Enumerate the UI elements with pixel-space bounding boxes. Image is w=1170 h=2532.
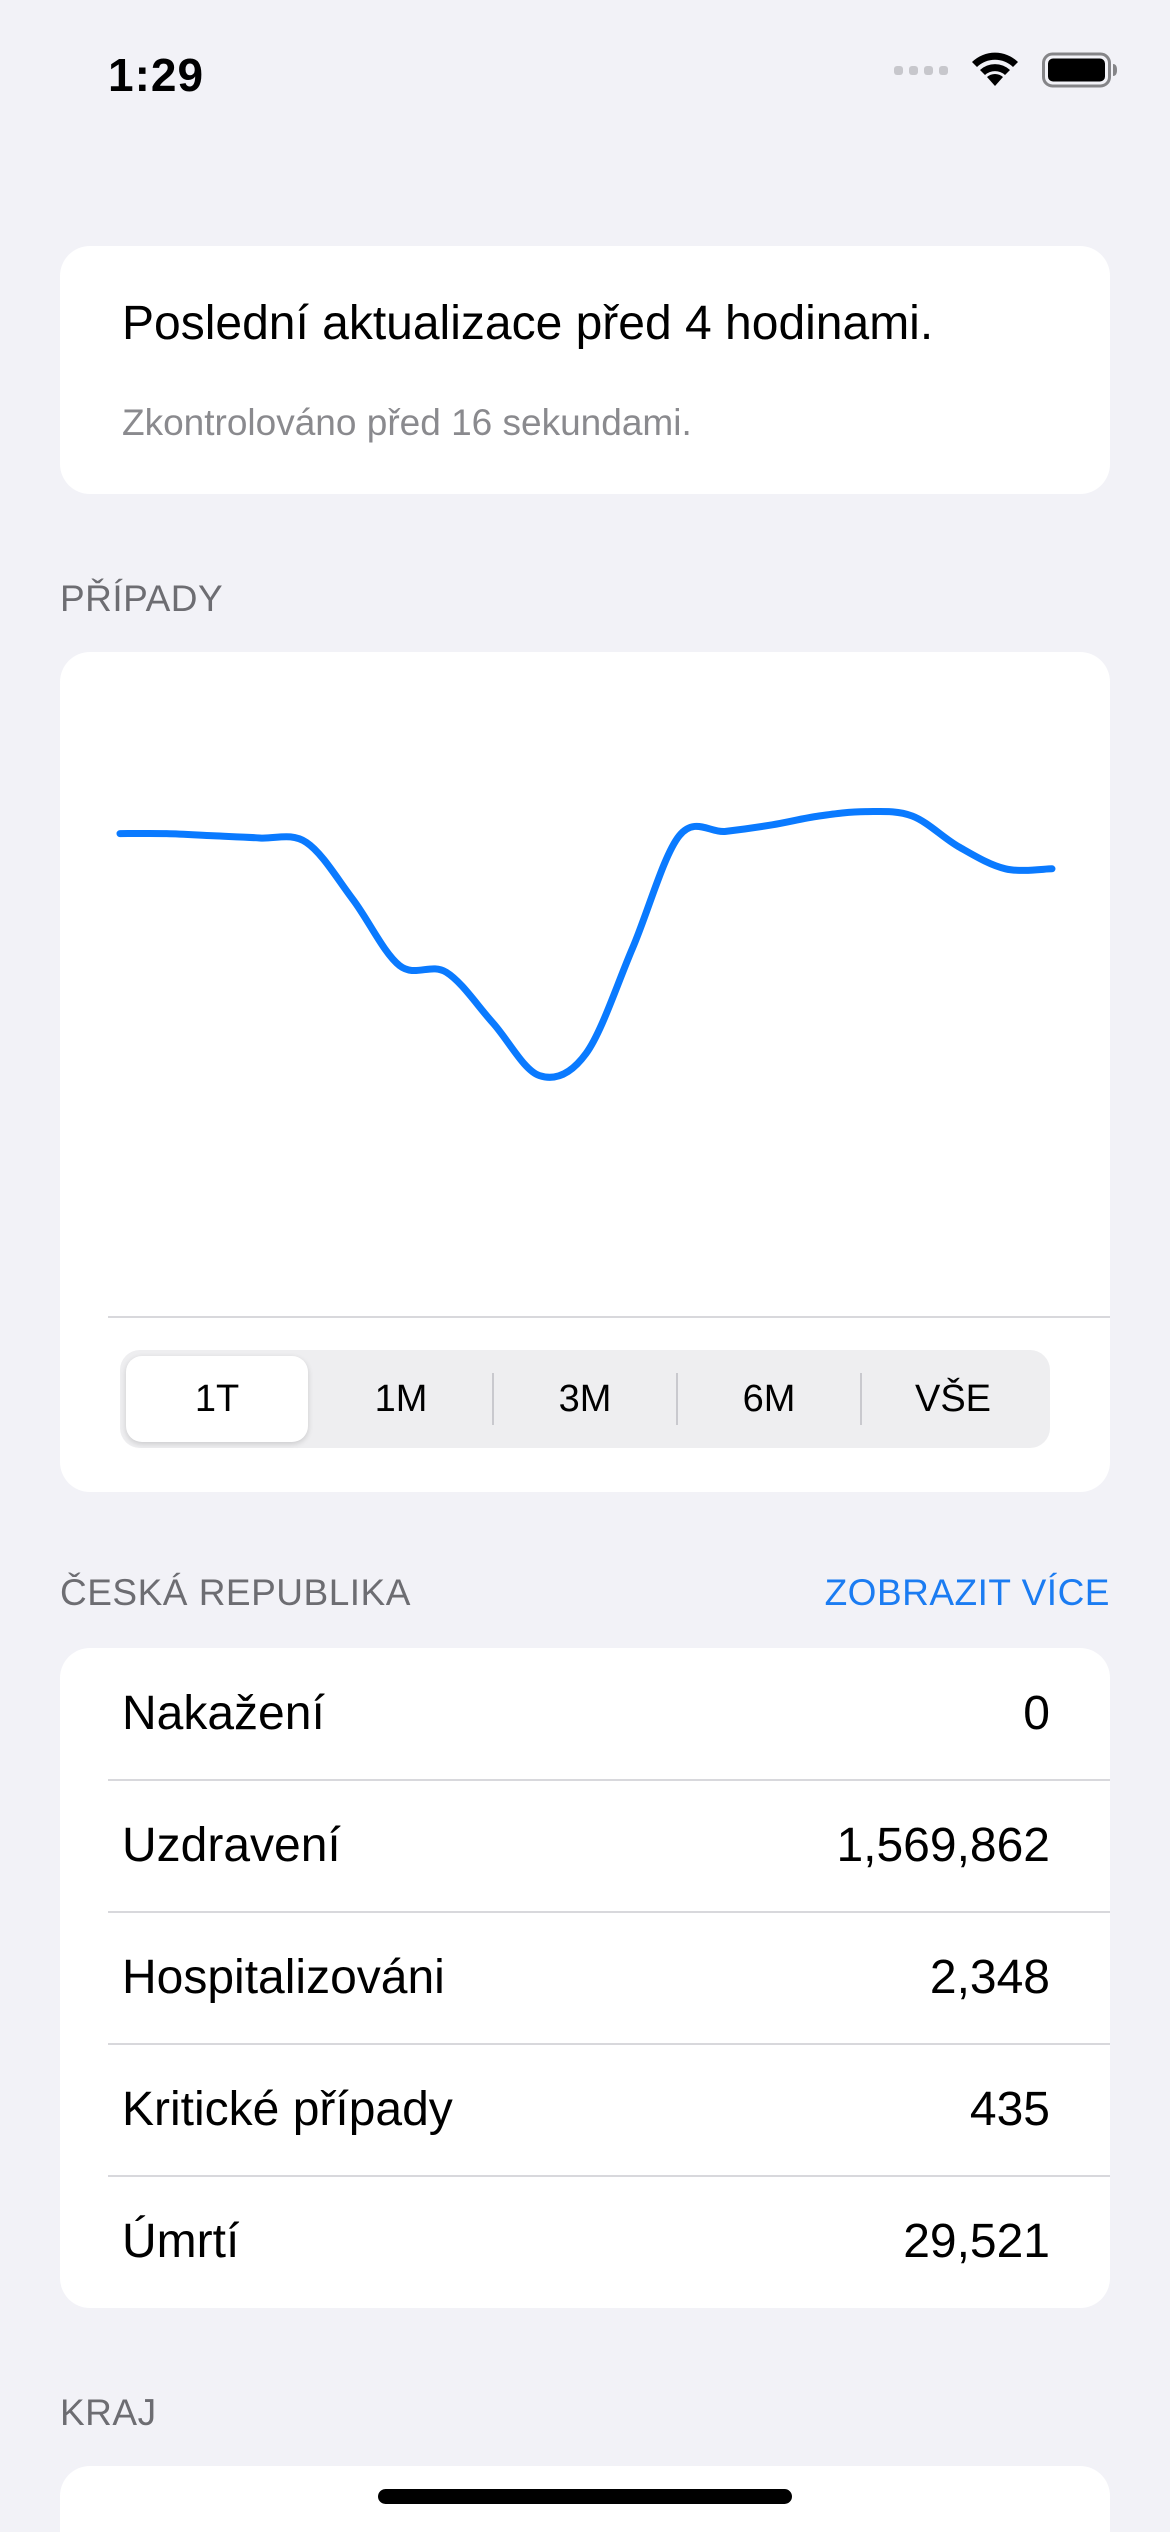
range-tab-6m[interactable]: 6M (678, 1356, 860, 1442)
range-tab-1m[interactable]: 1M (310, 1356, 492, 1442)
country-stats-card: Nakažení 0 Uzdravení 1,569,862 Hospitalizová… (60, 1648, 1110, 2308)
stat-value: 29,521 (903, 2215, 1050, 2268)
cases-section-header: PŘÍPADY (60, 578, 224, 619)
stat-row: Hospitalizováni 2,348 (60, 1912, 1110, 2044)
stat-row: Úmrtí 29,521 (60, 2176, 1110, 2308)
chart-divider (108, 1316, 1110, 1318)
stat-row: Kritické případy 435 (60, 2044, 1110, 2176)
status-icons (894, 52, 1118, 88)
status-bar: 1:29 (0, 0, 1170, 150)
stat-value: 1,569,862 (836, 1819, 1050, 1872)
region-section-header: KRAJ (60, 2392, 157, 2433)
chart-series-line (116, 807, 1056, 1081)
cases-chart-card: 1T 1M 3M 6M VŠE (60, 652, 1110, 1492)
country-section-header: ČESKÁ REPUBLIKA (60, 1572, 411, 1613)
stat-value: 0 (1023, 1687, 1050, 1740)
stat-value: 2,348 (929, 1951, 1050, 2004)
range-tab-1t[interactable]: 1T (126, 1356, 308, 1442)
range-tab-vše[interactable]: VŠE (862, 1356, 1044, 1442)
stat-label: Úmrtí (122, 2215, 240, 2268)
status-time: 1:29 (108, 49, 205, 101)
stat-label: Kritické případy (122, 2083, 453, 2136)
last-update-text: Poslední aktualizace před 4 hodinami. (122, 297, 934, 350)
home-indicator (378, 2489, 792, 2504)
update-card: Poslední aktualizace před 4 hodinami. Zk… (60, 246, 1110, 494)
battery-icon (1042, 52, 1117, 88)
range-segmented-control[interactable]: 1T 1M 3M 6M VŠE (120, 1350, 1050, 1448)
wifi-icon (972, 52, 1018, 86)
cases-line-chart (116, 807, 1056, 1081)
stat-row: Nakažení 0 (60, 1648, 1110, 1780)
stat-label: Uzdravení (122, 1819, 341, 1872)
stat-value: 435 (969, 2083, 1050, 2136)
stat-label: Nakažení (122, 1687, 325, 1740)
signal-icon (894, 65, 948, 75)
checked-text: Zkontrolováno před 16 sekundami. (122, 402, 692, 443)
stat-label: Hospitalizováni (122, 1951, 445, 2004)
show-more-link[interactable]: ZOBRAZIT VÍCE (825, 1572, 1110, 1614)
stat-row: Uzdravení 1,569,862 (60, 1780, 1110, 1912)
range-tab-3m[interactable]: 3M (494, 1356, 676, 1442)
